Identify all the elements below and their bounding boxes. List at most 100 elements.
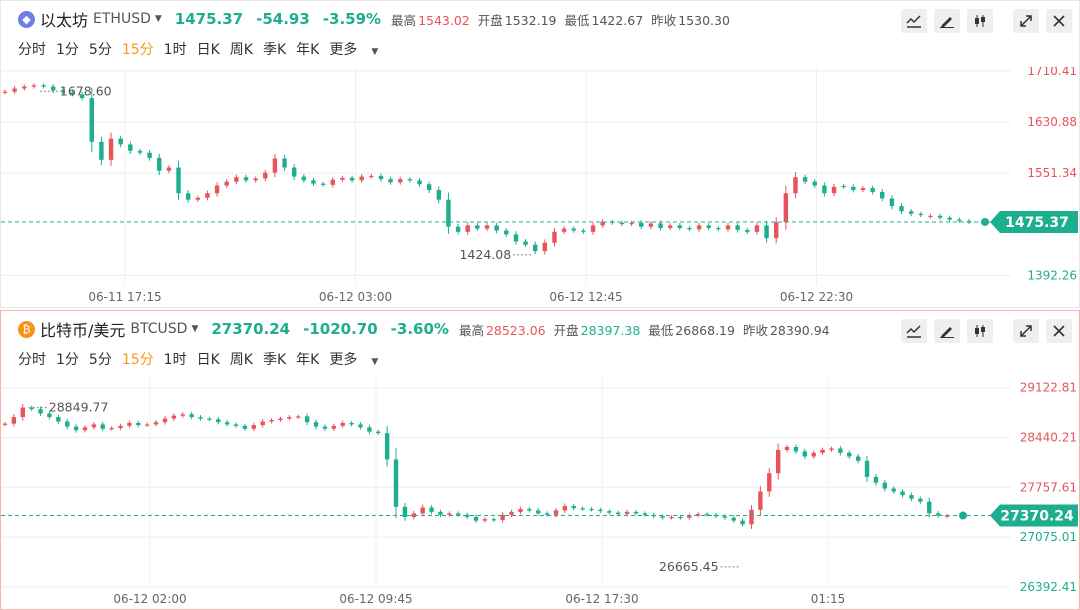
candle: [581, 228, 586, 234]
candle: [767, 467, 772, 497]
candle: [376, 429, 381, 436]
symbol-dropdown-icon[interactable]: ▼: [191, 324, 198, 334]
symbol-dropdown-icon[interactable]: ▼: [155, 14, 162, 24]
candle: [278, 416, 283, 422]
candle: [417, 177, 422, 187]
indicator-button[interactable]: [901, 319, 927, 343]
candle: [775, 443, 781, 480]
candle: [118, 423, 123, 431]
stat-open: 开盘 1532.19: [478, 10, 557, 29]
current-price-label: 27370.24: [1000, 509, 1074, 525]
tab-more[interactable]: 更多 ▼: [329, 349, 388, 369]
y-tick-label: 1392.26: [1027, 268, 1077, 282]
candlestick-icon: [975, 15, 985, 27]
close-button[interactable]: [1046, 319, 1072, 343]
instrument-symbol[interactable]: ETHUSD: [93, 11, 151, 27]
tab-timeframe[interactable]: 分时: [18, 349, 46, 369]
close-button[interactable]: [1046, 9, 1072, 33]
tab-timeframe[interactable]: 1分: [56, 39, 79, 59]
bitcoin-icon: ₿: [18, 320, 35, 338]
candle: [224, 179, 229, 189]
draw-button[interactable]: [934, 319, 960, 343]
expand-button[interactable]: [1013, 319, 1039, 343]
tab-timeframe[interactable]: 季K: [263, 39, 286, 59]
candle: [100, 421, 105, 432]
x-tick-label: 01:15: [811, 592, 846, 606]
candle: [402, 503, 408, 521]
candle: [195, 195, 200, 202]
candle: [393, 448, 399, 518]
candle: [320, 181, 326, 187]
candlestick-icon: [975, 325, 985, 337]
chart-type-button[interactable]: [967, 319, 993, 343]
tab-timeframe[interactable]: 周K: [230, 349, 253, 369]
tab-timeframe[interactable]: 1时: [164, 349, 187, 369]
candle: [29, 405, 34, 412]
candle: [340, 175, 345, 182]
expand-icon: [1020, 15, 1032, 27]
tab-timeframe[interactable]: 1时: [164, 39, 187, 59]
high-annotation: 28849.77: [49, 400, 109, 415]
chart-type-button[interactable]: [967, 9, 993, 33]
tab-timeframe[interactable]: 日K: [197, 349, 220, 369]
x-tick-label: 06-12 12:45: [549, 290, 622, 304]
instrument-symbol[interactable]: BTCUSD: [130, 321, 187, 337]
stat-label: 最高: [458, 322, 484, 338]
tab-timeframe[interactable]: 季K: [263, 349, 286, 369]
close-icon: [1053, 325, 1065, 337]
candle: [870, 185, 875, 195]
candle: [243, 174, 249, 183]
candle: [947, 215, 952, 222]
tab-timeframe[interactable]: 1分: [56, 349, 79, 369]
tab-timeframe[interactable]: 周K: [230, 39, 253, 59]
tab-more-label: 更多: [329, 42, 358, 58]
expand-button[interactable]: [1013, 9, 1039, 33]
stat-open: 开盘 28397.38: [554, 320, 641, 339]
candle: [330, 176, 335, 188]
tab-timeframe[interactable]: 5分: [89, 39, 112, 59]
candle: [822, 182, 827, 197]
candle: [758, 486, 763, 516]
tab-more[interactable]: 更多 ▼: [329, 39, 388, 59]
expand-icon: [1020, 325, 1032, 337]
tab-timeframe[interactable]: 年K: [296, 39, 319, 59]
candle: [378, 173, 384, 182]
candle: [99, 136, 104, 166]
candle: [22, 84, 27, 91]
candle: [860, 185, 866, 193]
candle: [224, 420, 230, 427]
candle: [31, 83, 37, 89]
draw-button[interactable]: [934, 9, 960, 33]
price-change-percent: -3.60%: [390, 320, 449, 338]
candle: [802, 448, 808, 460]
candle: [153, 420, 159, 427]
candle: [269, 418, 274, 424]
indicator-button[interactable]: [901, 9, 927, 33]
candle: [855, 453, 861, 464]
candle: [847, 450, 852, 459]
tab-timeframe[interactable]: 15分: [122, 349, 154, 369]
y-tick-label: 27075.01: [1020, 530, 1077, 544]
stat-prev-close: 昨收 28390.94: [743, 320, 830, 339]
stat-value: 1530.30: [678, 12, 730, 28]
tab-timeframe[interactable]: 日K: [197, 39, 220, 59]
tab-timeframe[interactable]: 5分: [89, 349, 112, 369]
candle: [725, 222, 731, 232]
candle: [882, 479, 887, 492]
y-tick-label: 27757.61: [1020, 480, 1077, 494]
x-tick-label: 06-12 02:00: [113, 592, 186, 606]
ethusd-candlestick-chart[interactable]: 06-11 17:15 06-12 03:00 06-12 12:45 06-12 2…: [1, 67, 1079, 307]
stat-low: 最低 26868.19: [648, 320, 735, 339]
current-price-dot: [959, 511, 967, 520]
candle: [831, 183, 837, 197]
candle: [162, 416, 168, 425]
candle: [205, 190, 210, 201]
tab-timeframe[interactable]: 年K: [296, 349, 319, 369]
btcusd-candlestick-chart[interactable]: 06-12 02:00 06-12 09:45 06-12 17:30 01:15 29…: [1, 377, 1079, 609]
tab-timeframe[interactable]: 分时: [18, 39, 46, 59]
candle: [838, 445, 843, 456]
candle: [242, 423, 248, 432]
candle: [740, 518, 745, 527]
tab-timeframe[interactable]: 15分: [122, 39, 154, 59]
candle: [349, 175, 355, 183]
